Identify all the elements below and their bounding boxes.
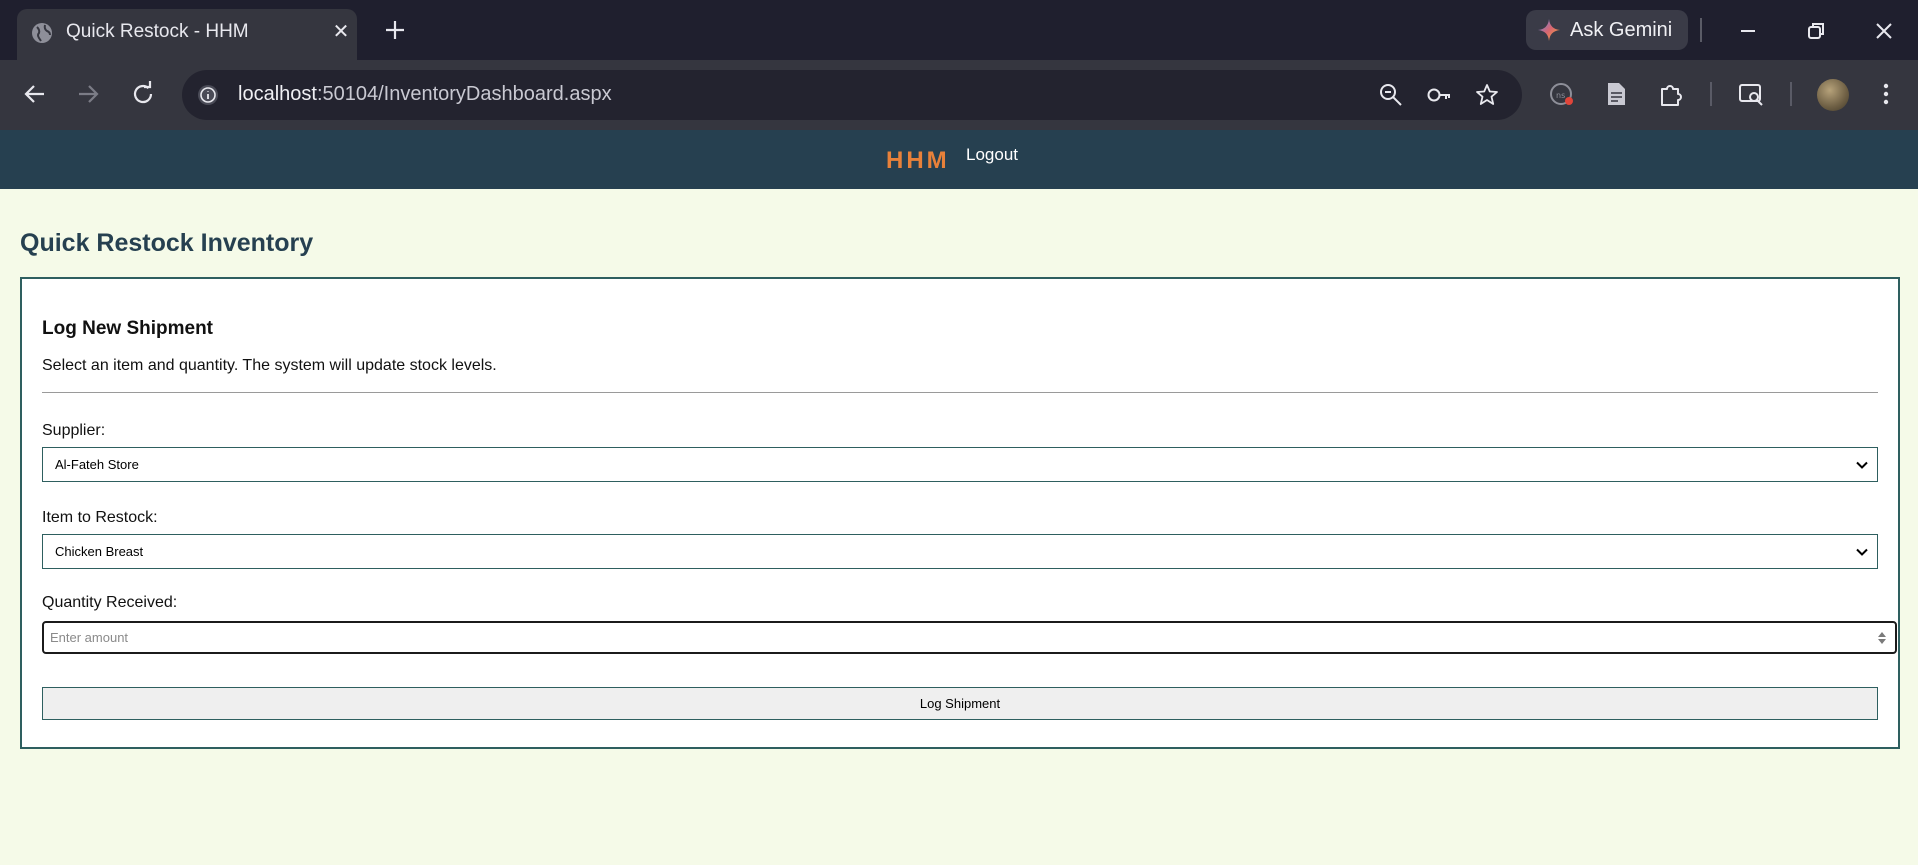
toolbar-separator <box>1710 82 1712 106</box>
url-path: :50104/InventoryDashboard.aspx <box>316 83 612 105</box>
ask-gemini-label: Ask Gemini <box>1570 19 1673 41</box>
close-window-icon[interactable] <box>1869 16 1899 46</box>
address-bar[interactable]: localhost:50104/InventoryDashboard.aspx <box>182 70 1522 120</box>
quantity-input-wrapper <box>42 621 1897 654</box>
supplier-select[interactable]: Al-Fateh Store <box>42 447 1878 482</box>
url-text[interactable]: localhost:50104/InventoryDashboard.aspx <box>238 83 612 106</box>
brand-logo[interactable]: HHM <box>886 147 950 175</box>
card-description: Select an item and quantity. The system … <box>42 357 497 374</box>
bookmark-star-icon[interactable] <box>1474 82 1500 108</box>
svg-text:ns: ns <box>1556 91 1565 100</box>
page-title: Quick Restock Inventory <box>20 229 314 257</box>
log-shipment-card: Log New Shipment Select an item and quan… <box>20 277 1900 749</box>
supplier-selected-value: Al-Fateh Store <box>55 457 139 472</box>
more-vert-icon[interactable] <box>1872 80 1900 108</box>
extension-icon[interactable]: ns <box>1548 80 1576 108</box>
restore-icon[interactable] <box>1801 16 1831 46</box>
card-title: Log New Shipment <box>42 318 213 339</box>
separator <box>1700 18 1702 42</box>
search-panel-icon[interactable] <box>1737 80 1765 108</box>
browser-tabstrip: Quick Restock - HHM ✕ Ask Gemini <box>0 0 1918 60</box>
number-spinner-icon[interactable] <box>1877 630 1887 646</box>
item-label: Item to Restock: <box>42 509 158 526</box>
globe-icon <box>32 23 52 43</box>
item-selected-value: Chicken Breast <box>55 544 144 559</box>
zoom-icon[interactable] <box>1378 82 1404 108</box>
browser-tab-active[interactable]: Quick Restock - HHM ✕ <box>17 9 357 60</box>
password-key-icon[interactable] <box>1426 82 1452 108</box>
gemini-spark-icon <box>1538 19 1560 41</box>
close-icon[interactable]: ✕ <box>329 20 353 44</box>
ask-gemini-button[interactable]: Ask Gemini <box>1526 10 1688 50</box>
site-header: HHM Logout <box>0 130 1918 189</box>
chevron-down-icon <box>1856 548 1868 556</box>
back-icon[interactable] <box>19 78 51 110</box>
quantity-label: Quantity Received: <box>42 594 178 611</box>
document-icon[interactable] <box>1602 80 1630 108</box>
divider <box>42 392 1878 393</box>
logout-link[interactable]: Logout <box>966 145 1018 165</box>
avatar[interactable] <box>1817 79 1849 111</box>
tab-title: Quick Restock - HHM <box>66 21 249 42</box>
browser-toolbar: localhost:50104/InventoryDashboard.aspx … <box>0 60 1918 130</box>
quantity-input[interactable] <box>44 623 1859 652</box>
site-info-icon[interactable] <box>196 83 220 107</box>
supplier-label: Supplier: <box>42 422 106 439</box>
toolbar-separator <box>1790 82 1792 106</box>
plus-icon[interactable] <box>381 16 409 44</box>
item-select[interactable]: Chicken Breast <box>42 534 1878 569</box>
url-host: localhost <box>238 83 317 105</box>
chevron-down-icon <box>1856 461 1868 469</box>
reload-icon[interactable] <box>127 78 159 110</box>
log-shipment-button[interactable]: Log Shipment <box>42 687 1878 720</box>
minimize-icon[interactable] <box>1733 16 1763 46</box>
puzzle-icon[interactable] <box>1657 80 1685 108</box>
forward-icon[interactable] <box>72 78 104 110</box>
